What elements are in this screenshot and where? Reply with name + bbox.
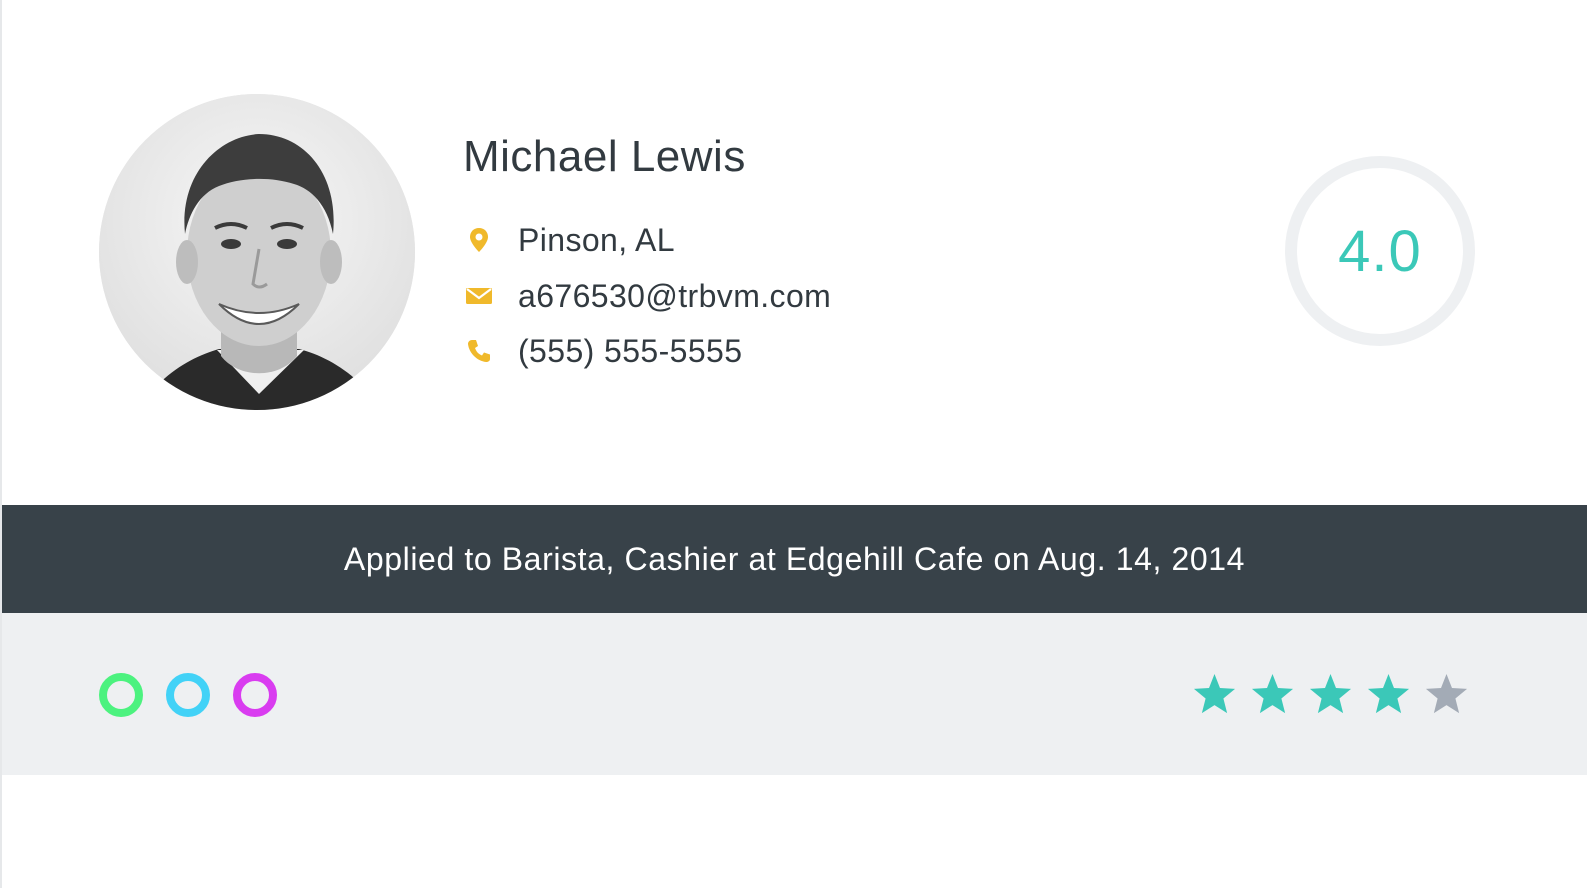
candidate-card: Michael Lewis Pinson, AL a676530@trbvm.c… (0, 0, 1587, 888)
application-text: Applied to Barista, Cashier at Edgehill … (343, 540, 1246, 577)
phone-icon (464, 336, 494, 366)
tag-dot-purple[interactable] (233, 673, 277, 717)
candidate-email[interactable]: a676530@trbvm.com (518, 278, 831, 315)
star-icon[interactable] (1424, 672, 1469, 717)
candidate-name: Michael Lewis (463, 132, 746, 181)
candidate-phone[interactable]: (555) 555-5555 (518, 333, 742, 370)
score-badge: 4.0 (1285, 156, 1475, 346)
map-pin-icon (464, 225, 494, 255)
envelope-icon (464, 281, 494, 311)
score-value: 4.0 (1338, 218, 1422, 284)
star-rating[interactable] (1192, 672, 1469, 717)
star-icon[interactable] (1308, 672, 1353, 717)
star-icon[interactable] (1250, 672, 1295, 717)
star-icon[interactable] (1366, 672, 1411, 717)
phone-row: (555) 555-5555 (464, 331, 742, 371)
profile-section: Michael Lewis Pinson, AL a676530@trbvm.c… (2, 0, 1587, 505)
email-row: a676530@trbvm.com (464, 276, 831, 316)
tag-dot-green[interactable] (99, 673, 143, 717)
candidate-location: Pinson, AL (518, 221, 675, 258)
location-row: Pinson, AL (464, 220, 675, 260)
avatar (99, 94, 415, 410)
star-icon[interactable] (1192, 672, 1237, 717)
tag-dot-blue[interactable] (166, 673, 210, 717)
application-banner: Applied to Barista, Cashier at Edgehill … (2, 505, 1587, 613)
